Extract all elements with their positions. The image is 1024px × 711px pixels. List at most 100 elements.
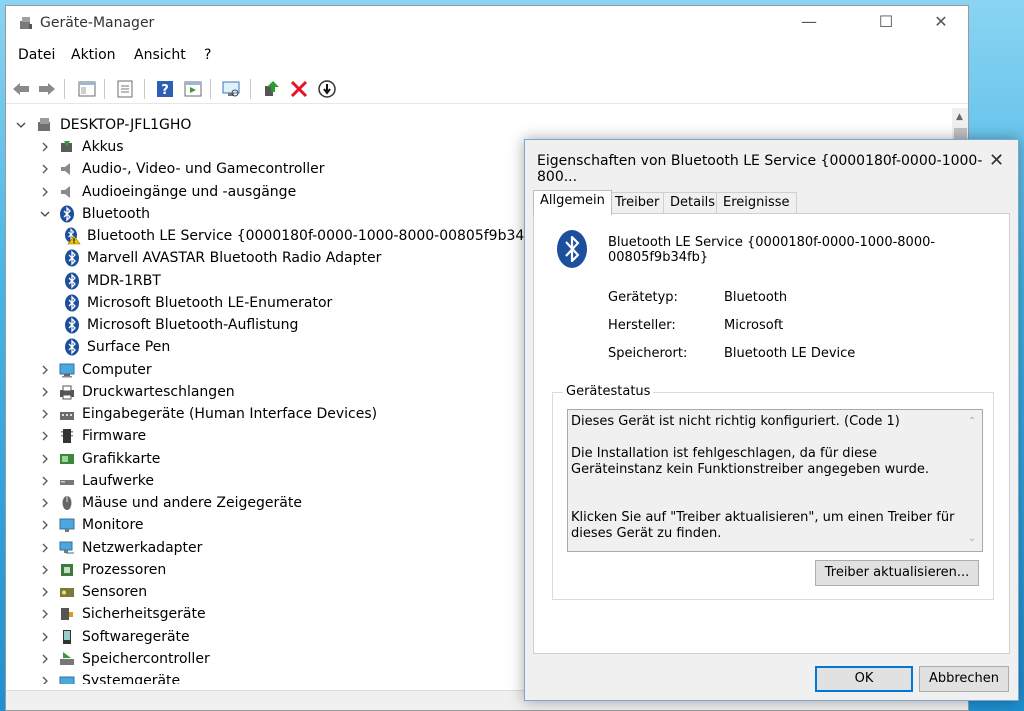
tree-item-label: Druckwarteschlangen bbox=[82, 383, 235, 400]
prop-label-manufacturer: Hersteller: bbox=[608, 318, 676, 333]
chevron-right-icon[interactable] bbox=[40, 476, 50, 486]
menu-datei[interactable]: Datei bbox=[18, 47, 55, 63]
tree-category[interactable]: Bluetooth bbox=[40, 203, 150, 225]
menu-ansicht[interactable]: Ansicht bbox=[134, 47, 186, 63]
tree-category[interactable]: Softwaregeräte bbox=[40, 626, 190, 648]
close-icon[interactable]: ✕ bbox=[918, 6, 964, 38]
device-status-text[interactable]: Dieses Gerät ist nicht richtig konfiguri… bbox=[567, 409, 983, 552]
tree-device[interactable]: Surface Pen bbox=[63, 336, 170, 358]
back-icon[interactable] bbox=[10, 78, 32, 100]
device-status-title: Gerätestatus bbox=[563, 384, 654, 399]
tree-item-label: Sensoren bbox=[82, 584, 148, 600]
tree-category[interactable]: Monitore bbox=[40, 514, 144, 536]
tree-category[interactable]: Druckwarteschlangen bbox=[40, 381, 235, 403]
maximize-icon[interactable]: ☐ bbox=[863, 6, 909, 38]
uninstall-icon[interactable] bbox=[288, 78, 310, 100]
properties-icon[interactable] bbox=[114, 78, 136, 100]
chevron-right-icon[interactable] bbox=[40, 498, 50, 508]
menu-aktion[interactable]: Aktion bbox=[71, 47, 116, 63]
chevron-right-icon[interactable] bbox=[40, 387, 50, 397]
title-bar[interactable]: Geräte-Manager — ☐ ✕ bbox=[6, 6, 968, 40]
processor-icon bbox=[61, 563, 73, 576]
chevron-right-icon[interactable] bbox=[40, 454, 50, 464]
tree-item-label: Mäuse und andere Zeigegeräte bbox=[82, 495, 302, 511]
tree-device[interactable]: Marvell AVASTAR Bluetooth Radio Adapter bbox=[63, 247, 381, 269]
status-line-2: Die Installation ist fehlgeschlagen, da … bbox=[571, 446, 930, 477]
chevron-right-icon[interactable] bbox=[40, 431, 50, 441]
dialog-close-icon[interactable]: ✕ bbox=[989, 150, 1004, 171]
tree-device[interactable]: Microsoft Bluetooth LE-Enumerator bbox=[63, 292, 332, 314]
chevron-right-icon[interactable] bbox=[40, 587, 50, 597]
tree-item-label: Grafikkarte bbox=[82, 450, 161, 467]
chevron-right-icon[interactable] bbox=[40, 654, 50, 664]
tree-category[interactable]: Mäuse und andere Zeigegeräte bbox=[40, 492, 302, 514]
tree-category[interactable]: Sensoren bbox=[40, 581, 147, 603]
tree-category[interactable]: Eingabegeräte (Human Interface Devices) bbox=[40, 403, 377, 425]
chevron-down-icon[interactable] bbox=[16, 120, 26, 130]
prop-value-manufacturer: Microsoft bbox=[724, 318, 784, 333]
tab-treiber[interactable]: Treiber bbox=[608, 192, 667, 214]
disable-icon[interactable] bbox=[316, 78, 338, 100]
chevron-right-icon[interactable] bbox=[40, 187, 50, 197]
chevron-up-icon[interactable]: ⌃ bbox=[968, 414, 976, 430]
chevron-right-icon[interactable] bbox=[40, 520, 50, 530]
tree-category[interactable]: Firmware bbox=[40, 425, 146, 447]
tree-category[interactable]: Systemgeräte bbox=[40, 670, 180, 684]
update-driver-icon[interactable] bbox=[260, 78, 282, 100]
tree-category[interactable]: Prozessoren bbox=[40, 559, 166, 581]
chevron-right-icon[interactable] bbox=[40, 565, 50, 575]
chevron-right-icon[interactable] bbox=[40, 543, 50, 553]
tab-allgemein[interactable]: Allgemein bbox=[533, 190, 612, 215]
menu-help[interactable]: ? bbox=[204, 47, 211, 63]
chevron-right-icon[interactable] bbox=[40, 409, 50, 419]
update-driver-button[interactable]: Treiber aktualisieren... bbox=[815, 560, 979, 586]
chevron-right-icon[interactable] bbox=[40, 632, 50, 642]
hid-icon bbox=[60, 412, 74, 420]
prop-value-location: Bluetooth LE Device bbox=[724, 346, 856, 361]
tree-item-label: Audio-, Video- und Gamecontroller bbox=[82, 161, 325, 178]
show-hide-console-icon[interactable] bbox=[76, 78, 98, 100]
tree-category[interactable]: Akkus bbox=[40, 136, 124, 158]
network-icon bbox=[59, 541, 74, 553]
tree-device[interactable]: MDR-1RBT bbox=[63, 270, 161, 292]
cancel-button[interactable]: Abbrechen bbox=[919, 666, 1009, 692]
tree-category[interactable]: Computer bbox=[40, 359, 152, 381]
bluetooth-icon bbox=[65, 338, 79, 356]
tree-item-label: Systemgeräte bbox=[82, 673, 181, 684]
chevron-right-icon[interactable] bbox=[40, 164, 50, 174]
tree-category[interactable]: Netzwerkadapter bbox=[40, 537, 202, 559]
tree-category[interactable]: Speichercontroller bbox=[40, 648, 210, 670]
tree-category[interactable]: Audioeingänge und -ausgänge bbox=[40, 181, 296, 203]
sensor-icon bbox=[60, 588, 74, 597]
tree-device[interactable]: Microsoft Bluetooth-Auflistung bbox=[63, 314, 298, 336]
window-title: Geräte-Manager bbox=[40, 15, 155, 31]
tree-category[interactable]: Audio-, Video- und Gamecontroller bbox=[40, 158, 325, 180]
tree-root[interactable]: DESKTOP-JFL1GHO bbox=[16, 114, 191, 136]
minimize-icon[interactable]: — bbox=[786, 6, 832, 38]
tree-item-label: Firmware bbox=[82, 428, 147, 445]
security-key-icon bbox=[61, 608, 73, 621]
toolbar-separator bbox=[64, 79, 65, 99]
tab-details[interactable]: Details bbox=[663, 192, 723, 214]
tree-category[interactable]: Sicherheitsgeräte bbox=[40, 603, 206, 625]
chevron-down-icon[interactable]: ⌄ bbox=[968, 531, 976, 547]
status-scrollbar[interactable]: ⌃ ⌄ bbox=[968, 414, 980, 547]
chevron-right-icon[interactable] bbox=[40, 676, 50, 684]
chevron-right-icon[interactable] bbox=[40, 609, 50, 619]
action-pane-icon[interactable] bbox=[182, 78, 204, 100]
tree-category[interactable]: Laufwerke bbox=[40, 470, 154, 492]
tree-item-label: Speichercontroller bbox=[82, 650, 210, 667]
forward-icon[interactable] bbox=[36, 78, 58, 100]
chevron-right-icon[interactable] bbox=[40, 365, 50, 375]
tree-device[interactable]: Bluetooth LE Service {0000180f-0000-1000… bbox=[63, 225, 547, 247]
computer-icon bbox=[59, 363, 75, 377]
scroll-up-icon[interactable]: ▲ bbox=[956, 112, 963, 122]
tree-category[interactable]: Grafikkarte bbox=[40, 448, 160, 470]
help-icon[interactable]: ? bbox=[154, 78, 176, 100]
tree-item-label: Eingabegeräte (Human Interface Devices) bbox=[82, 406, 378, 422]
ok-button[interactable]: OK bbox=[815, 666, 913, 692]
tab-ereignisse[interactable]: Ereignisse bbox=[716, 192, 797, 214]
chevron-right-icon[interactable] bbox=[40, 142, 50, 152]
chevron-down-icon[interactable] bbox=[40, 209, 50, 219]
scan-hardware-icon[interactable] bbox=[220, 78, 242, 100]
